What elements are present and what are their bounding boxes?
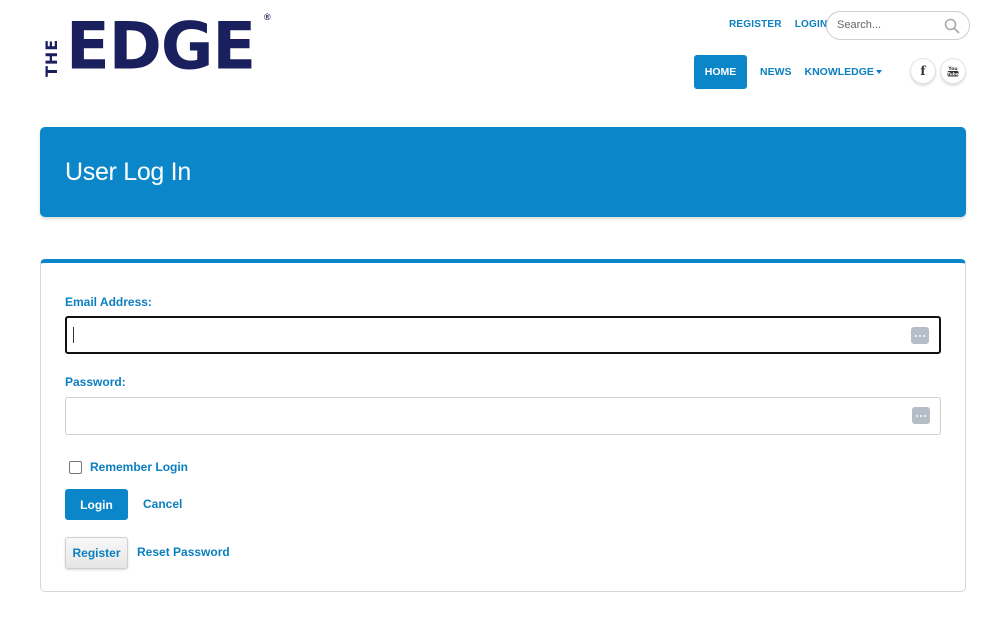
remember-login-label[interactable]: Remember Login [90,460,188,474]
password-field[interactable] [65,397,941,435]
search-placeholder: Search... [837,19,882,31]
cancel-link[interactable]: Cancel [143,497,182,511]
register-button[interactable]: Register [65,537,128,569]
reset-password-link[interactable]: Reset Password [137,545,230,559]
register-link[interactable]: REGISTER [729,19,782,30]
nav-knowledge[interactable]: KNOWLEDGE [805,66,882,78]
logo-registered-mark: ® [264,12,271,22]
main-nav: HOME NEWS KNOWLEDGE [694,55,882,89]
remember-login[interactable]: Remember Login [69,460,188,474]
caret-down-icon [875,70,882,75]
email-label: Email Address: [65,295,152,309]
password-manager-icon[interactable] [911,327,929,344]
page-title: User Log In [65,158,191,186]
text-cursor [73,327,74,343]
logo-the-text: THE [40,20,62,78]
youtube-button[interactable]: You Tube [940,58,966,84]
login-button[interactable]: Login [65,489,128,520]
svg-text:Tube: Tube [947,71,958,76]
logo-edge-text: EDGE [66,9,256,85]
password-manager-icon[interactable] [912,407,930,424]
login-link[interactable]: LOGIN [795,19,828,30]
remember-login-checkbox[interactable] [69,460,82,474]
site-logo[interactable]: THE EDGE ® [40,12,280,82]
page-header-banner: User Log In [40,127,966,217]
nav-knowledge-label: KNOWLEDGE [804,66,874,78]
nav-news[interactable]: NEWS [760,66,792,78]
search-input[interactable]: Search... [826,11,970,40]
youtube-icon: You Tube [947,66,959,77]
email-field[interactable] [65,316,941,354]
nav-home[interactable]: HOME [694,55,747,89]
search-icon[interactable] [944,18,960,34]
logo-the-label: THE [42,38,61,77]
password-label: Password: [65,375,126,389]
login-panel: Email Address: Password: Remember Login … [40,259,966,592]
facebook-button[interactable]: f [910,58,936,84]
facebook-icon: f [920,64,926,78]
top-links: REGISTER LOGIN [729,19,827,30]
